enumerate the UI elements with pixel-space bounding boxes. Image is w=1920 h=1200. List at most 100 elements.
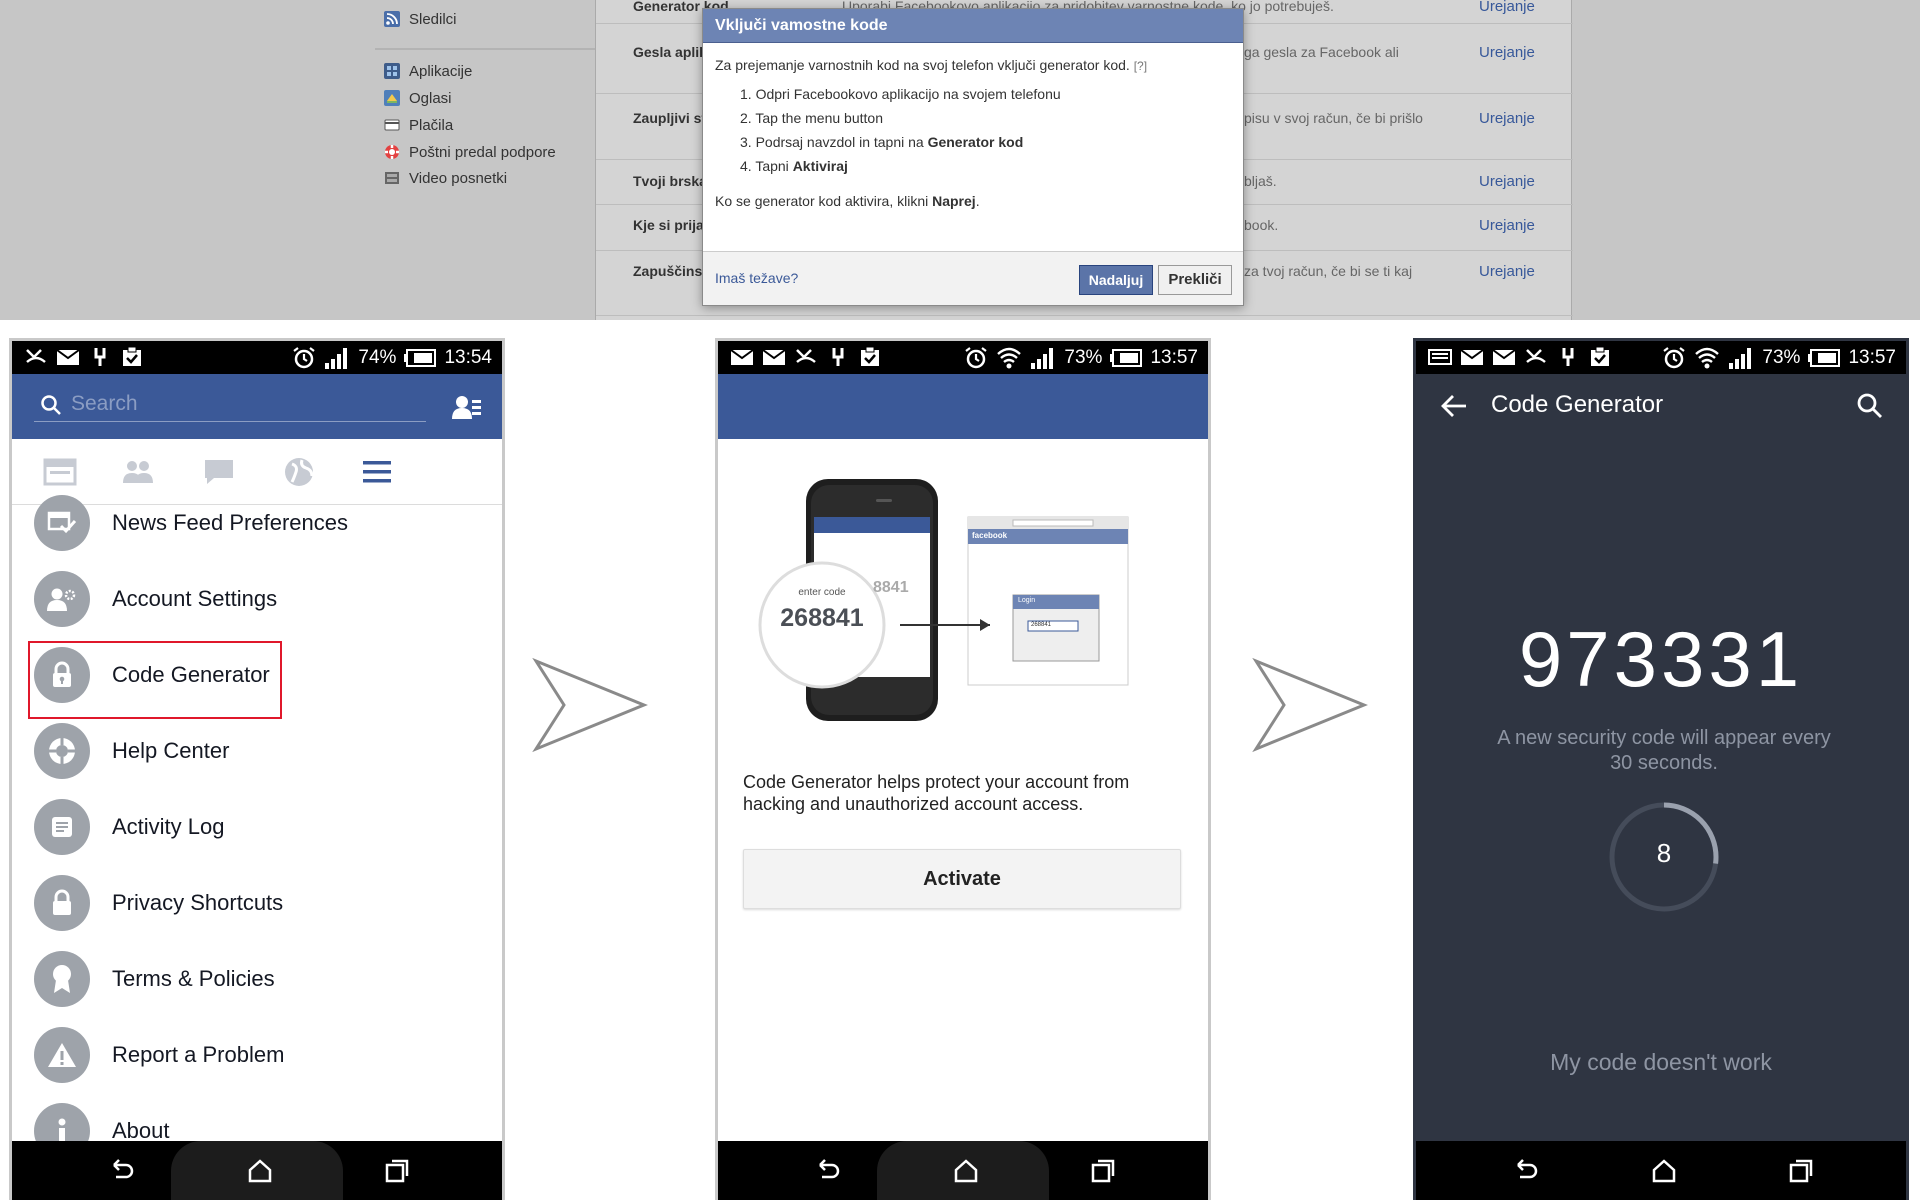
step-bold: Generator kod	[927, 134, 1024, 150]
menu-tab-icon[interactable]	[360, 455, 394, 489]
sidebar-item-placila[interactable]: Plačila	[383, 115, 453, 135]
battery-percent: 73%	[1064, 346, 1103, 368]
dialog-steps: 1. Odpri Facebookovo aplikacijo na svoje…	[715, 86, 1231, 174]
code-generator-header: Code Generator	[1416, 374, 1906, 439]
back-icon[interactable]	[1512, 1157, 1540, 1185]
menu-item-privacy-shortcuts[interactable]: Privacy Shortcuts	[12, 871, 502, 931]
my-code-doesnt-work-link[interactable]: My code doesn't work	[1416, 1049, 1906, 1076]
step-text: Podrsaj navzdol in tapni na	[755, 134, 928, 150]
edit-link[interactable]: Urejanje	[1479, 263, 1535, 280]
recent-apps-icon[interactable]	[383, 1157, 411, 1185]
messages-tab-icon[interactable]	[202, 455, 236, 489]
back-arrow-icon[interactable]	[1440, 393, 1468, 419]
back-icon[interactable]	[814, 1157, 842, 1185]
edit-link[interactable]: Urejanje	[1479, 0, 1535, 15]
battery-percent: 74%	[358, 346, 397, 368]
home-icon[interactable]	[246, 1157, 274, 1185]
menu-item-report-problem[interactable]: Report a Problem	[12, 1023, 502, 1083]
sidebar-item-label: Aplikacije	[409, 62, 473, 80]
continue-button[interactable]: Nadaljuj	[1079, 265, 1153, 295]
menu-item-label: Account Settings	[112, 586, 278, 611]
sidebar-item-sledilci[interactable]: Sledilci	[383, 9, 457, 29]
sidebar-item-postni-predal[interactable]: Poštni predal podpore	[383, 142, 556, 162]
menu-item-label: Report a Problem	[112, 1042, 285, 1067]
alarm-icon	[293, 346, 316, 368]
login-label: Login	[1018, 597, 1036, 604]
back-icon[interactable]	[108, 1157, 136, 1185]
menu-item-terms-policies[interactable]: Terms & Policies	[12, 947, 502, 1007]
sidebar-item-oglasi[interactable]: Oglasi	[383, 88, 452, 108]
row-description: pisu v svoj račun, če bi prišlo	[1244, 110, 1423, 126]
dialog-body: Za prejemanje varnostnih kod na svoj tel…	[703, 43, 1243, 209]
notifications-globe-tab-icon[interactable]	[282, 455, 316, 489]
film-icon	[383, 169, 401, 187]
menu-item-help-center[interactable]: Help Center	[12, 719, 502, 779]
friends-tab-icon[interactable]	[121, 455, 155, 489]
login-input-value: 268841	[1031, 622, 1052, 628]
sidebar-item-aplikacije[interactable]: Aplikacije	[383, 61, 472, 81]
recent-apps-icon[interactable]	[1787, 1157, 1815, 1185]
recent-apps-icon[interactable]	[1089, 1157, 1117, 1185]
edit-link[interactable]: Urejanje	[1479, 110, 1535, 127]
row-label: Zapuščinsl	[633, 263, 707, 279]
phone-code-generator-intro: 73% 13:57 8841 enter code 268841 faceboo…	[715, 338, 1211, 1200]
menu-item-news-feed-preferences[interactable]: News Feed Preferences	[12, 491, 502, 551]
usb-icon	[1562, 348, 1574, 366]
edit-link[interactable]: Urejanje	[1479, 173, 1535, 190]
battery-icon	[1110, 348, 1143, 367]
home-icon[interactable]	[1650, 1157, 1678, 1185]
lifebuoy-icon	[34, 723, 90, 779]
mail-icon	[730, 349, 754, 365]
activate-button[interactable]: Activate	[743, 849, 1181, 909]
signal-icon	[325, 347, 348, 369]
search-placeholder: Search	[71, 392, 138, 415]
keyboard-icon	[1428, 349, 1452, 365]
step-number: 2.	[740, 110, 752, 126]
status-bar: 73% 13:57	[1416, 341, 1906, 374]
help-link[interactable]: [?]	[1134, 59, 1147, 73]
friend-requests-icon[interactable]	[452, 394, 482, 420]
mail-icon	[56, 349, 80, 365]
mail-icon	[1460, 349, 1484, 365]
status-bar: 73% 13:57	[718, 341, 1208, 374]
dialog-step: 4. Tapni Aktiviraj	[740, 158, 1231, 174]
dialog-after-text: Ko se generator kod aktivira, klikni Nap…	[715, 193, 1231, 209]
lifebuoy-icon	[383, 143, 401, 161]
sidebar-item-video-posnetki[interactable]: Video posnetki	[383, 168, 507, 188]
clipboard-check-icon	[1591, 346, 1609, 366]
notification-icons	[1428, 346, 1612, 368]
wifi-icon	[997, 347, 1022, 368]
news-feed-tab-icon[interactable]	[43, 455, 77, 489]
sidebar-item-label: Oglasi	[409, 89, 452, 107]
alarm-icon	[1663, 346, 1686, 368]
enter-code-label: enter code	[798, 587, 846, 598]
sidebar-item-label: Plačila	[409, 116, 454, 134]
dialog-step: 2. Tap the menu button	[740, 110, 1231, 126]
battery-icon	[404, 348, 437, 367]
menu-item-account-settings[interactable]: Account Settings	[12, 567, 502, 627]
highlight-box	[28, 641, 282, 719]
trouble-link[interactable]: Imaš težave?	[715, 270, 798, 286]
card-icon	[383, 116, 401, 134]
home-icon[interactable]	[952, 1157, 980, 1185]
apps-icon	[383, 62, 401, 80]
code-generator-description: Code Generator helps protect your accoun…	[743, 772, 1130, 814]
dialog-step: 3. Podrsaj navzdol in tapni na Generator…	[740, 134, 1231, 150]
enable-security-codes-dialog: Vključi vamostne kode Za prejemanje varn…	[702, 8, 1244, 306]
dialog-intro: Za prejemanje varnostnih kod na svoj tel…	[715, 57, 1231, 73]
ads-icon	[383, 89, 401, 107]
menu-item-activity-log[interactable]: Activity Log	[12, 795, 502, 855]
search-icon[interactable]	[1856, 392, 1884, 420]
search-bar[interactable]: Search	[34, 388, 426, 422]
edit-link[interactable]: Urejanje	[1479, 217, 1535, 234]
step-number: 1.	[740, 86, 752, 102]
facebook-header: Search	[12, 374, 502, 439]
usb-icon	[832, 348, 844, 366]
lock-icon	[34, 875, 90, 931]
mail-icon	[1492, 349, 1516, 365]
rss-icon	[383, 10, 401, 28]
next-step-arrow-icon	[532, 657, 648, 753]
edit-link[interactable]: Urejanje	[1479, 44, 1535, 61]
status-right: 74% 13:54	[292, 341, 492, 374]
cancel-button[interactable]: Prekliči	[1158, 265, 1232, 295]
